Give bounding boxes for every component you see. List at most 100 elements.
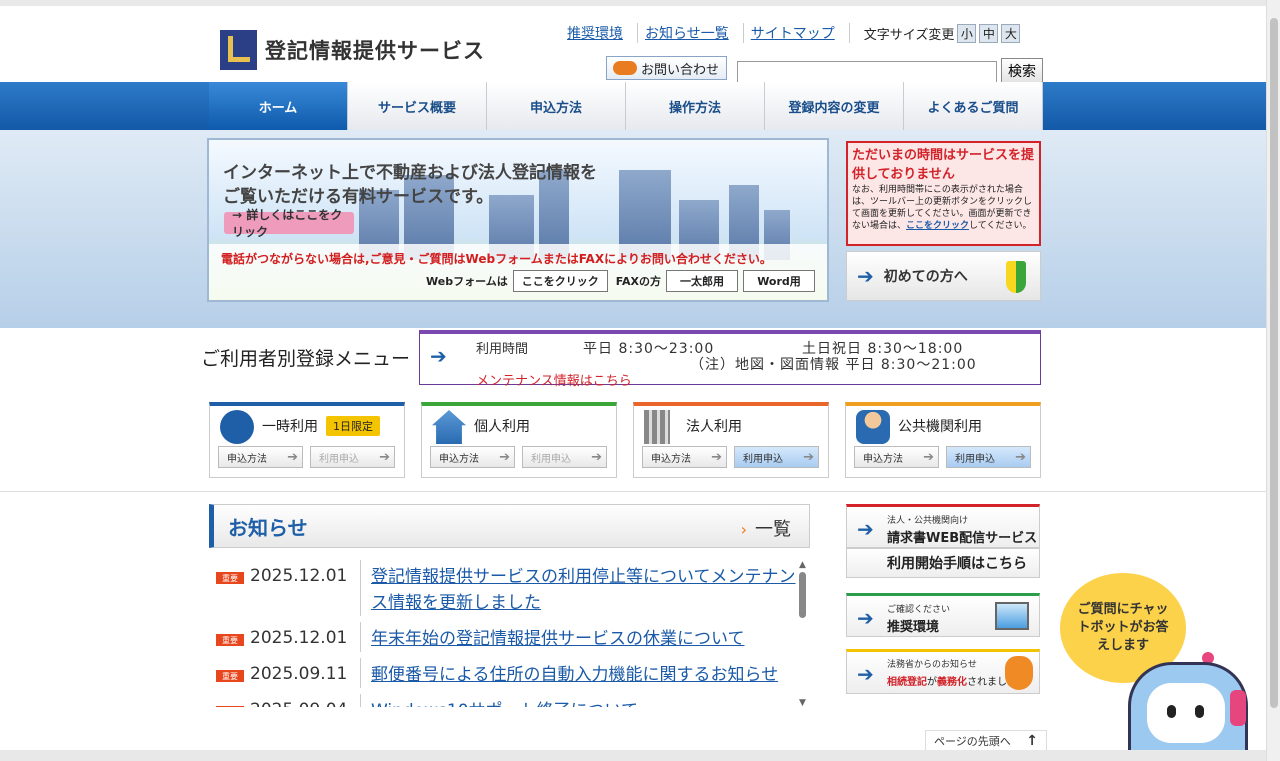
news-link[interactable]: Windows10サポート終了について	[360, 694, 638, 707]
apply-method-button[interactable]: 申込方法 ➔	[218, 446, 303, 468]
search-input[interactable]	[737, 61, 997, 83]
service-status-box: ただいまの時間はサービスを提供しておりません なお、利用時間帯にこの表示がされた…	[846, 141, 1041, 246]
status-refresh-link[interactable]: ここをクリック	[906, 221, 969, 231]
one-day-badge: 1日限定	[326, 416, 380, 436]
nav-home[interactable]: ホーム	[209, 82, 348, 130]
page-scroll-thumb[interactable]	[1270, 18, 1278, 708]
important-tag: 重要	[216, 572, 244, 584]
webform-label: Webフォームは	[426, 275, 508, 288]
webform-button[interactable]: ここをクリック	[512, 270, 608, 292]
logo-text: 登記情報提供サービス	[265, 39, 485, 63]
first-time-button[interactable]: ➔ 初めての方へ	[846, 251, 1041, 301]
page-top-button[interactable]: ページの先頭へ ↑	[925, 730, 1047, 752]
arrow-right-icon: ➔	[857, 517, 874, 541]
search-button[interactable]: 検索	[1001, 58, 1043, 84]
font-size-medium-button[interactable]: 中	[979, 23, 999, 43]
news-link[interactable]: 登記情報提供サービスの利用停止等についてメンテナンス情報を更新しました	[360, 560, 799, 616]
news-list: 重要 2025.12.01 登記情報提供サービスの利用停止等についてメンテナンス…	[209, 560, 799, 707]
font-size-switcher: 文字サイズ変更 小 中 大	[863, 23, 1021, 43]
apply-use-button: 利用申込 ➔	[522, 446, 607, 468]
apply-method-button[interactable]: 申込方法 ➔	[642, 446, 727, 468]
font-size-large-button[interactable]: 大	[1001, 23, 1021, 43]
link-news-list[interactable]: お知らせ一覧	[638, 23, 744, 43]
news-scrollbar[interactable]: ▲ ▼	[797, 560, 808, 708]
apply-method-button[interactable]: 申込方法 ➔	[854, 446, 939, 468]
news-list-link[interactable]: 一覧	[741, 515, 791, 541]
nav-registration-change[interactable]: 登録内容の変更	[765, 82, 904, 130]
scroll-thumb[interactable]	[799, 572, 806, 618]
maintenance-link[interactable]: メンテナンス情報はこちら	[476, 370, 632, 389]
card-title: 法人利用	[686, 419, 742, 435]
banner-detail-button[interactable]: → 詳しくはここをクリック	[224, 208, 354, 239]
hero-area: インターネット上で不動産および法人登記情報を ご覧いただける有料サービスです。 …	[0, 130, 1266, 328]
monitor-icon	[995, 602, 1029, 630]
robot-headset-icon	[1230, 690, 1246, 726]
moj-small-label: 法務省からのお知らせ	[887, 660, 977, 670]
invoice-title: 請求書WEB配信サービス	[887, 531, 1038, 546]
recommended-env-button[interactable]: ➔ ご確認ください 推奨環境	[846, 593, 1040, 637]
fax-ichitaro-button[interactable]: 一太郎用	[666, 270, 738, 292]
beginner-mark-icon	[1006, 261, 1026, 293]
moj-notice-button[interactable]: ➔ 法務省からのお知らせ 相続登記が義務化されました	[846, 649, 1040, 694]
font-size-label: 文字サイズ変更	[863, 27, 955, 43]
banner-headline-1: インターネット上で不動産および法人登記情報を	[223, 163, 597, 183]
invoice-start-link[interactable]: 利用開始手順はこちら	[846, 548, 1040, 578]
card-personal-use: 個人利用 申込方法 ➔ 利用申込 ➔	[421, 402, 617, 478]
fox-mascot-icon	[1005, 656, 1033, 690]
apply-use-button: 利用申込 ➔	[310, 446, 395, 468]
status-title: ただいまの時間はサービスを提供しておりません	[852, 148, 1035, 182]
invoice-web-service-button[interactable]: ➔ 法人・公共機関向け 請求書WEB配信サービス	[846, 504, 1040, 548]
phone-icon	[613, 61, 637, 75]
contact-label: お問い合わせ	[641, 62, 720, 78]
list-item: 重要 2025.09.11 郵便番号による住所の自動入力機能に関するお知らせ	[209, 658, 799, 688]
service-banner: インターネット上で不動産および法人登記情報を ご覧いただける有料サービスです。 …	[207, 138, 829, 302]
list-item: 重要 2025.12.01 登記情報提供サービスの利用停止等についてメンテナンス…	[209, 560, 799, 616]
service-hours-box[interactable]: ➔ 利用時間 平日 8:30〜23:00 土日祝日 8:30〜18:00 （注）…	[419, 330, 1041, 389]
link-recommended-env[interactable]: 推奨環境	[560, 23, 638, 43]
site-header: 登記情報提供サービス 推奨環境 お知らせ一覧 サイトマップ 文字サイズ変更 小 …	[0, 0, 1266, 84]
apply-use-button[interactable]: 利用申込 ➔	[734, 446, 819, 468]
first-time-label: 初めての方へ	[883, 269, 968, 285]
global-nav: ホーム サービス概要 申込方法 操作方法 登録内容の変更 よくあるご質問	[0, 82, 1266, 130]
nav-application[interactable]: 申込方法	[487, 82, 626, 130]
link-sitemap[interactable]: サイトマップ	[744, 23, 850, 43]
card-corporate-use: 法人利用 申込方法 ➔ 利用申込 ➔	[633, 402, 829, 478]
fax-word-button[interactable]: Word用	[743, 270, 815, 292]
banner-headline-2: ご覧いただける有料サービスです。	[223, 187, 494, 207]
arrow-right-icon: ➔	[857, 606, 874, 630]
list-item: 重要 2025.09.04 Windows10サポート終了について	[209, 694, 799, 707]
important-tag: 重要	[216, 634, 244, 646]
arrow-right-icon: ➔	[857, 264, 874, 288]
apply-method-button[interactable]: 申込方法 ➔	[430, 446, 515, 468]
nav-operation[interactable]: 操作方法	[626, 82, 765, 130]
scroll-down-icon[interactable]: ▼	[797, 698, 808, 708]
banner-contact-note: 電話がつながらない場合は,ご意見・ご質問はWebフォームまたはFAXによりお問い…	[221, 252, 772, 266]
building-icon	[644, 410, 670, 444]
font-size-small-button[interactable]: 小	[957, 23, 977, 43]
news-title: お知らせ	[228, 515, 308, 540]
page-scrollbar[interactable]	[1266, 0, 1280, 761]
footer-bar	[0, 750, 1266, 761]
hours-map-note: （注）地図・図面情報 平日 8:30〜21:00	[690, 357, 977, 373]
apply-use-button[interactable]: 利用申込 ➔	[946, 446, 1031, 468]
news-link[interactable]: 郵便番号による住所の自動入力機能に関するお知らせ	[360, 658, 778, 688]
user-menu-title: ご利用者別登録メニュー	[201, 348, 411, 370]
news-date: 2025.12.01	[250, 566, 348, 586]
invoice-small-label: 法人・公共機関向け	[887, 516, 969, 526]
scroll-up-icon[interactable]: ▲	[797, 560, 808, 570]
page-top-label: ページの先頭へ	[934, 735, 1011, 748]
site-logo[interactable]: 登記情報提供サービス	[220, 30, 485, 70]
card-temporary-use: 一時利用 1日限定 申込方法 ➔ 利用申込 ➔	[209, 402, 405, 478]
nav-service-overview[interactable]: サービス概要	[348, 82, 487, 130]
section-divider	[0, 491, 1266, 492]
news-header: お知らせ 一覧	[209, 504, 810, 548]
card-title: 公共機関利用	[898, 419, 982, 435]
one-day-icon	[220, 410, 254, 444]
nav-faq[interactable]: よくあるご質問	[904, 82, 1043, 130]
news-date: 2025.09.04	[250, 694, 360, 707]
news-link[interactable]: 年末年始の登記情報提供サービスの休業について	[360, 622, 745, 652]
moj-inheritance-text: 相続登記	[887, 677, 927, 688]
contact-button[interactable]: お問い合わせ	[606, 56, 727, 80]
news-date: 2025.09.11	[250, 664, 348, 684]
arrow-up-icon: ↑	[1026, 733, 1038, 749]
